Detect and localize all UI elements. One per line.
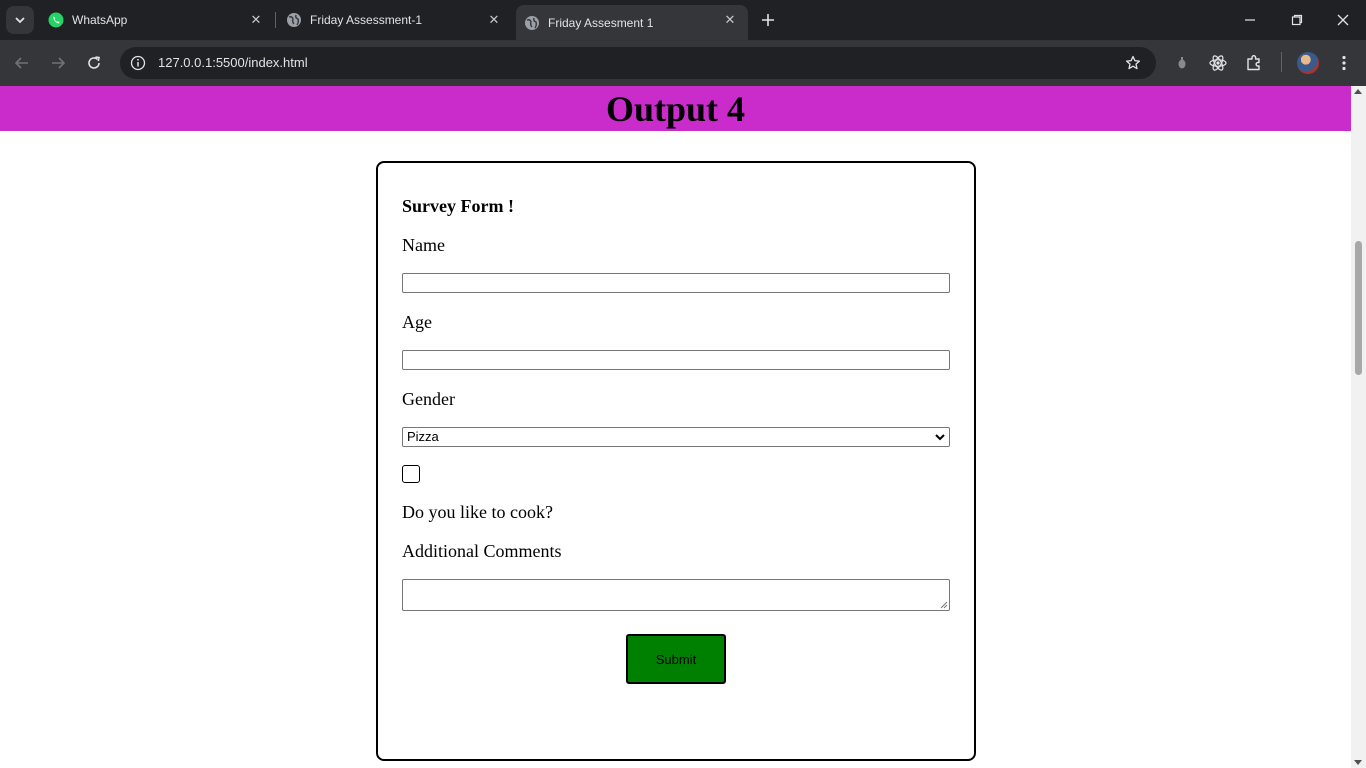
- forward-button[interactable]: [46, 51, 70, 75]
- tab-title: Friday Assessment-1: [310, 13, 423, 27]
- comments-label: Additional Comments: [402, 541, 562, 561]
- react-devtools-icon[interactable]: [1208, 53, 1228, 73]
- comments-textarea[interactable]: [402, 579, 950, 611]
- gender-selected-value: Pizza: [407, 429, 439, 444]
- tab-divider: [275, 12, 276, 28]
- survey-form-card: Survey Form ! Name Age Gender Pizza Do y…: [376, 161, 976, 761]
- toolbar-divider: [1281, 52, 1282, 72]
- whatsapp-icon: [48, 12, 64, 28]
- cook-label: Do you like to cook?: [402, 502, 553, 522]
- age-input[interactable]: [402, 350, 950, 370]
- close-icon[interactable]: ✕: [486, 12, 502, 28]
- profile-avatar[interactable]: [1297, 52, 1319, 74]
- page-scrollbar[interactable]: [1351, 86, 1366, 768]
- cook-checkbox[interactable]: [402, 465, 420, 483]
- tab-title: WhatsApp: [72, 13, 128, 27]
- close-window-button[interactable]: [1333, 10, 1353, 30]
- reload-button[interactable]: [82, 51, 106, 75]
- restore-button[interactable]: [1287, 10, 1307, 30]
- minimize-button[interactable]: [1240, 10, 1260, 30]
- plus-icon: [762, 14, 774, 26]
- menu-kebab-icon[interactable]: [1334, 53, 1354, 73]
- name-input[interactable]: [402, 273, 950, 293]
- bookmark-star-icon[interactable]: [1124, 54, 1142, 72]
- page-viewport: Output 4 Survey Form ! Name Age Gender P…: [0, 86, 1351, 768]
- scroll-down-arrow-icon[interactable]: [1354, 760, 1362, 765]
- arrow-left-icon: [14, 57, 28, 69]
- age-label: Age: [402, 312, 432, 332]
- tab-search-button[interactable]: [6, 6, 34, 34]
- scroll-up-arrow-icon[interactable]: [1354, 89, 1362, 94]
- url-text: 127.0.0.1:5500/index.html: [158, 55, 308, 70]
- extension-dot-icon[interactable]: [1172, 53, 1192, 73]
- reload-icon: [88, 56, 100, 69]
- page-title: Output 4: [605, 89, 746, 129]
- new-tab-button[interactable]: [758, 10, 778, 30]
- close-icon[interactable]: ✕: [248, 12, 264, 28]
- scroll-thumb[interactable]: [1355, 241, 1362, 375]
- form-title: Survey Form !: [402, 196, 514, 216]
- name-label: Name: [402, 235, 445, 255]
- back-button[interactable]: [10, 51, 34, 75]
- globe-icon: [286, 12, 302, 28]
- address-bar[interactable]: 127.0.0.1:5500/index.html: [120, 47, 1156, 79]
- close-icon[interactable]: ✕: [722, 12, 738, 28]
- chevron-down-icon: [935, 434, 945, 441]
- tab-friday-assesment-1-active[interactable]: Friday Assesment 1 ✕: [516, 5, 748, 40]
- tab-whatsapp[interactable]: WhatsApp ✕: [40, 0, 274, 40]
- gender-label: Gender: [402, 389, 455, 409]
- globe-icon: [524, 15, 540, 31]
- browser-toolbar: 127.0.0.1:5500/index.html: [0, 40, 1366, 86]
- tab-friday-assessment-1[interactable]: Friday Assessment-1 ✕: [278, 0, 512, 40]
- site-info-icon[interactable]: [128, 53, 148, 73]
- minimize-icon: [1245, 19, 1255, 21]
- output-banner: Output 4: [0, 86, 1351, 131]
- chevron-down-icon: [15, 17, 25, 24]
- close-icon: [1337, 14, 1349, 26]
- submit-button[interactable]: Submit: [626, 634, 726, 684]
- gender-select[interactable]: Pizza: [402, 427, 950, 447]
- tab-strip: WhatsApp ✕ Friday Assessment-1 ✕ Friday …: [0, 0, 1366, 40]
- extensions-puzzle-icon[interactable]: [1244, 53, 1264, 73]
- restore-icon: [1291, 14, 1303, 26]
- tab-title: Friday Assesment 1: [548, 15, 654, 30]
- arrow-right-icon: [52, 57, 66, 69]
- resize-grip-icon[interactable]: [940, 601, 948, 609]
